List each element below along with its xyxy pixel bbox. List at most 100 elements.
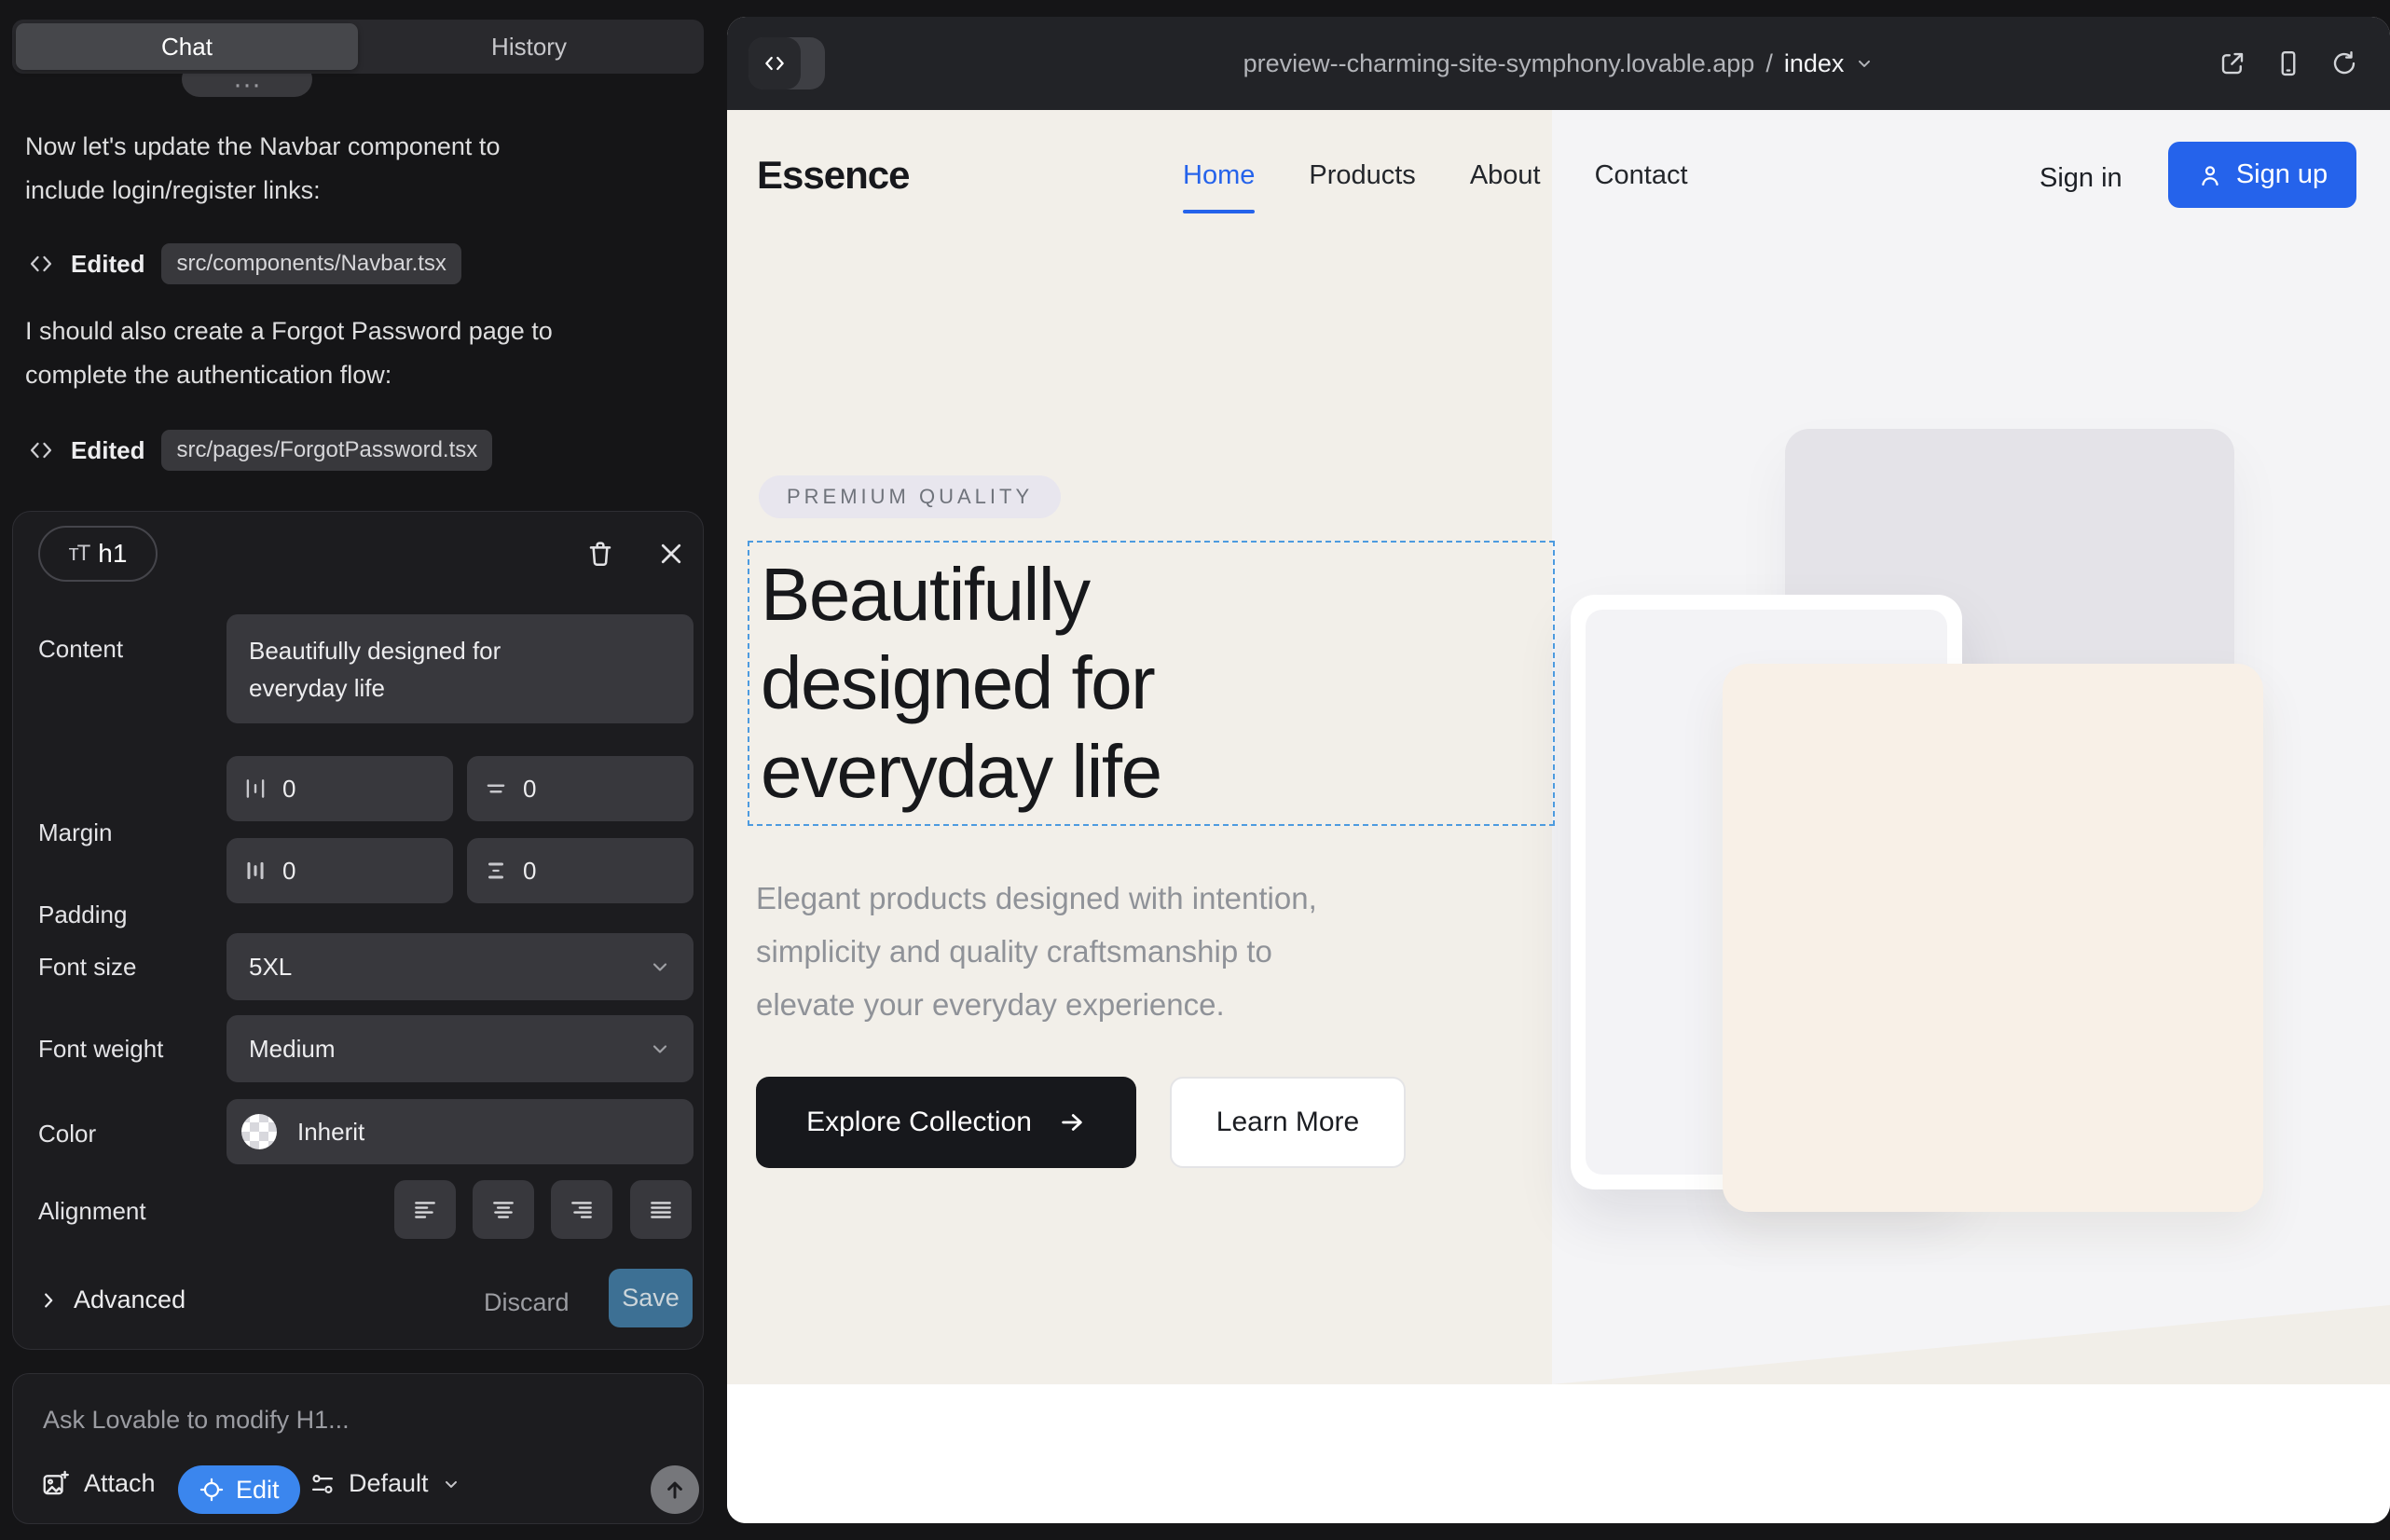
padding-y-input[interactable]: 0 (467, 838, 694, 903)
close-editor-button[interactable] (654, 537, 688, 571)
edit-mode-pill[interactable]: Edit (178, 1465, 300, 1514)
color-swatch-transparent (241, 1114, 277, 1149)
align-left-icon (412, 1197, 438, 1223)
font-weight-label: Font weight (38, 1035, 163, 1064)
nav-link-home[interactable]: Home (1183, 160, 1255, 191)
browser-actions (2218, 17, 2358, 110)
padding-label: Padding (38, 901, 127, 929)
send-button[interactable] (651, 1465, 699, 1514)
margin-x-input[interactable]: 0 (227, 756, 453, 821)
font-weight-value: Medium (249, 1035, 335, 1064)
align-justify-button[interactable] (630, 1180, 692, 1239)
color-label: Color (38, 1120, 96, 1148)
site-canvas: Essence Home Products About Contact Sign… (727, 110, 2390, 1523)
font-size-value: 5XL (249, 953, 292, 982)
chat-sidebar: ··· Chat History Now let's update the Na… (0, 0, 727, 1540)
chevron-down-icon (442, 1475, 460, 1493)
site-nav: Home Products About Contact (1183, 160, 1688, 191)
url-display[interactable]: preview--charming-site-symphony.lovable.… (727, 17, 2390, 110)
align-left-button[interactable] (394, 1180, 456, 1239)
explore-collection-button[interactable]: Explore Collection (756, 1077, 1136, 1168)
chat-message: Now let's update the Navbar component to… (25, 125, 689, 213)
margin-label: Margin (38, 818, 112, 847)
element-editor-panel: тT h1 Content Beautifully designed for e… (12, 511, 704, 1350)
preview-panel: preview--charming-site-symphony.lovable.… (727, 17, 2390, 1523)
save-button[interactable]: Save (609, 1269, 693, 1327)
align-center-button[interactable] (473, 1180, 534, 1239)
align-right-icon (569, 1197, 595, 1223)
attach-label: Attach (84, 1469, 156, 1498)
decorative-card-beige (1723, 664, 2263, 1212)
model-mode-select[interactable]: Default (309, 1469, 460, 1498)
cta-primary-label: Explore Collection (806, 1107, 1032, 1138)
site-logo[interactable]: Essence (757, 153, 909, 198)
lovable-workspace: ··· Chat History Now let's update the Na… (0, 0, 2390, 1540)
trash-icon (585, 539, 615, 569)
learn-more-button[interactable]: Learn More (1170, 1077, 1406, 1168)
font-weight-select[interactable]: Medium (227, 1015, 694, 1082)
tab-chat[interactable]: Chat (16, 23, 358, 70)
align-justify-icon (648, 1197, 674, 1223)
nav-link-about[interactable]: About (1470, 160, 1541, 191)
overflow-dots: ··· (233, 73, 261, 97)
margin-y-input[interactable]: 0 (467, 756, 694, 821)
content-label: Content (38, 635, 123, 664)
color-input[interactable]: Inherit (227, 1099, 694, 1164)
padding-x-value: 0 (282, 857, 295, 886)
sign-up-button[interactable]: Sign up (2168, 142, 2356, 208)
file-badge[interactable]: src/components/Navbar.tsx (161, 243, 460, 284)
hero-description: Elegant products designed with intention… (756, 872, 1317, 1031)
padding-vertical-icon (484, 859, 508, 883)
open-external-button[interactable] (2218, 49, 2246, 77)
edited-label: Edited (71, 250, 144, 279)
edited-label: Edited (71, 436, 144, 465)
sliders-icon (309, 1471, 336, 1497)
file-badge[interactable]: src/pages/ForgotPassword.tsx (161, 430, 492, 471)
sign-in-link[interactable]: Sign in (2040, 163, 2122, 194)
padding-y-value: 0 (523, 857, 536, 886)
delete-element-button[interactable] (584, 537, 617, 571)
hero-heading[interactable]: Beautifully designed for everyday life (761, 550, 1161, 816)
align-center-icon (490, 1197, 516, 1223)
close-icon (657, 540, 685, 568)
h1-selection-outline: Beautifully designed for everyday life (748, 541, 1555, 826)
mobile-view-button[interactable] (2274, 49, 2302, 77)
url-page: index (1784, 49, 1845, 78)
code-icon (28, 437, 54, 463)
attach-button[interactable]: Attach (41, 1469, 156, 1498)
nav-link-contact[interactable]: Contact (1595, 160, 1688, 191)
advanced-label: Advanced (74, 1286, 185, 1314)
refresh-button[interactable] (2330, 49, 2358, 77)
file-edit-row: Edited src/pages/ForgotPassword.tsx (28, 430, 492, 471)
attach-image-icon (41, 1470, 69, 1498)
element-tag-pill[interactable]: тT h1 (38, 526, 158, 582)
align-right-button[interactable] (551, 1180, 612, 1239)
chat-message: I should also create a Forgot Password p… (25, 309, 689, 397)
chevron-down-icon (649, 956, 671, 978)
font-size-select[interactable]: 5XL (227, 933, 694, 1000)
margin-horizontal-icon (243, 777, 268, 801)
url-separator: / (1765, 49, 1773, 78)
chevron-right-icon (38, 1290, 59, 1311)
sign-up-label: Sign up (2236, 159, 2328, 190)
mode-label: Default (349, 1469, 429, 1498)
tab-history[interactable]: History (358, 23, 700, 70)
color-value: Inherit (297, 1118, 364, 1147)
margin-vertical-icon (484, 777, 508, 801)
arrow-right-icon (1058, 1108, 1086, 1136)
user-icon (2197, 162, 2223, 188)
element-tag-label: h1 (98, 539, 127, 569)
padding-x-input[interactable]: 0 (227, 838, 453, 903)
advanced-toggle[interactable]: Advanced (38, 1286, 185, 1314)
chevron-down-icon (649, 1038, 671, 1060)
discard-button[interactable]: Discard (484, 1288, 570, 1317)
arrow-up-icon (662, 1477, 688, 1503)
chat-composer: Ask Lovable to modify H1... Attach Edit … (12, 1373, 704, 1524)
chevron-down-icon (1855, 54, 1874, 73)
alignment-label: Alignment (38, 1197, 146, 1226)
nav-link-products[interactable]: Products (1309, 160, 1415, 191)
file-edit-row: Edited src/components/Navbar.tsx (28, 243, 461, 284)
content-input[interactable]: Beautifully designed for everyday life (227, 614, 694, 723)
composer-input[interactable]: Ask Lovable to modify H1... (43, 1406, 350, 1435)
margin-x-value: 0 (282, 775, 295, 804)
